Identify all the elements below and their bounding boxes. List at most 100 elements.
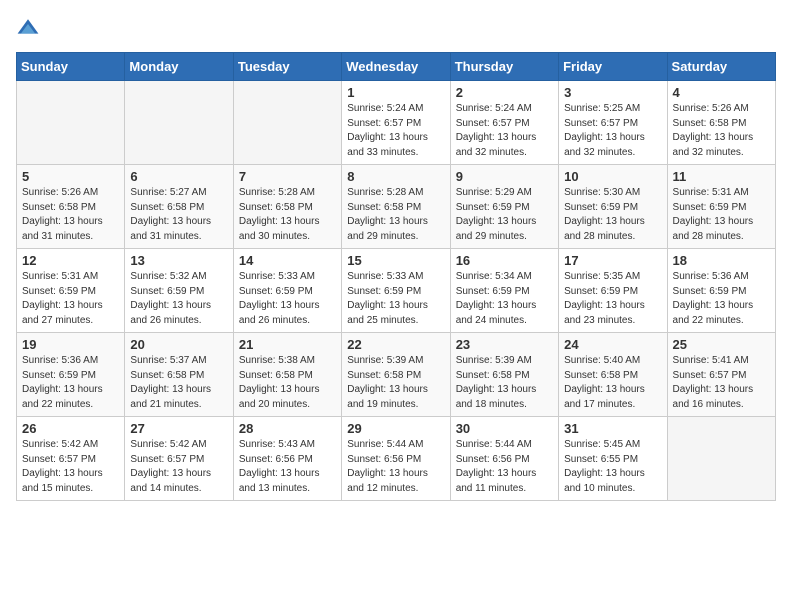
weekday-header: Friday bbox=[559, 53, 667, 81]
day-info: Sunrise: 5:39 AM Sunset: 6:58 PM Dayligh… bbox=[456, 354, 553, 412]
calendar-day-cell: 12Sunrise: 5:31 AM Sunset: 6:59 PM Dayli… bbox=[17, 249, 125, 333]
day-info: Sunrise: 5:36 AM Sunset: 6:59 PM Dayligh… bbox=[22, 354, 119, 412]
day-number: 15 bbox=[347, 253, 444, 268]
calendar-day-cell: 3Sunrise: 5:25 AM Sunset: 6:57 PM Daylig… bbox=[559, 81, 667, 165]
day-number: 4 bbox=[673, 85, 770, 100]
calendar-day-cell: 19 Sunrise: 5:36 AM Sunset: 6:59 PM Dayli… bbox=[17, 333, 125, 417]
day-info: Sunrise: 5:35 AM Sunset: 6:59 PM Dayligh… bbox=[564, 270, 661, 328]
day-number: 18 bbox=[673, 253, 770, 268]
calendar-day-cell: 7 Sunrise: 5:28 AM Sunset: 6:58 PM Daylig… bbox=[233, 165, 341, 249]
day-info: Sunrise: 5:27 AM Sunset: 6:58 PM Dayligh… bbox=[130, 186, 227, 244]
calendar-day-cell: 26 Sunrise: 5:42 AM Sunset: 6:57 PM Dayli… bbox=[17, 417, 125, 501]
calendar-day-cell: 8 Sunrise: 5:28 AM Sunset: 6:58 PM Daylig… bbox=[342, 165, 450, 249]
calendar-day-cell: 13 Sunrise: 5:32 AM Sunset: 6:59 PM Dayli… bbox=[125, 249, 233, 333]
day-number: 23 bbox=[456, 337, 553, 352]
day-number: 11 bbox=[673, 169, 770, 184]
calendar-day-cell: 29 Sunrise: 5:44 AM Sunset: 6:56 PM Dayli… bbox=[342, 417, 450, 501]
calendar-day-cell: 15 Sunrise: 5:33 AM Sunset: 6:59 PM Dayli… bbox=[342, 249, 450, 333]
page-header bbox=[16, 16, 776, 40]
day-info: Sunrise: 5:29 AM Sunset: 6:59 PM Dayligh… bbox=[456, 186, 553, 244]
day-info: Sunrise: 5:44 AM Sunset: 6:56 PM Dayligh… bbox=[456, 438, 553, 496]
weekday-header: Saturday bbox=[667, 53, 775, 81]
day-number: 9 bbox=[456, 169, 553, 184]
day-number: 10 bbox=[564, 169, 661, 184]
day-info: Sunrise: 5:34 AM Sunset: 6:59 PM Dayligh… bbox=[456, 270, 553, 328]
day-info: Sunrise: 5:32 AM Sunset: 6:59 PM Dayligh… bbox=[130, 270, 227, 328]
day-info: Sunrise: 5:42 AM Sunset: 6:57 PM Dayligh… bbox=[22, 438, 119, 496]
calendar-week-row: 5 Sunrise: 5:26 AM Sunset: 6:58 PM Daylig… bbox=[17, 165, 776, 249]
day-info: Sunrise: 5:38 AM Sunset: 6:58 PM Dayligh… bbox=[239, 354, 336, 412]
day-number: 5 bbox=[22, 169, 119, 184]
calendar-day-cell: 27 Sunrise: 5:42 AM Sunset: 6:57 PM Dayli… bbox=[125, 417, 233, 501]
day-info: Sunrise: 5:30 AM Sunset: 6:59 PM Dayligh… bbox=[564, 186, 661, 244]
day-number: 26 bbox=[22, 421, 119, 436]
day-info: Sunrise: 5:25 AM Sunset: 6:57 PM Dayligh… bbox=[564, 102, 661, 160]
calendar-day-cell: 5 Sunrise: 5:26 AM Sunset: 6:58 PM Daylig… bbox=[17, 165, 125, 249]
day-info: Sunrise: 5:31 AM Sunset: 6:59 PM Dayligh… bbox=[22, 270, 119, 328]
day-info: Sunrise: 5:41 AM Sunset: 6:57 PM Dayligh… bbox=[673, 354, 770, 412]
calendar-day-cell: 20 Sunrise: 5:37 AM Sunset: 6:58 PM Dayli… bbox=[125, 333, 233, 417]
day-number: 1 bbox=[347, 85, 444, 100]
day-number: 16 bbox=[456, 253, 553, 268]
day-number: 7 bbox=[239, 169, 336, 184]
day-number: 29 bbox=[347, 421, 444, 436]
calendar-table: SundayMondayTuesdayWednesdayThursdayFrid… bbox=[16, 52, 776, 501]
calendar-day-cell: 23 Sunrise: 5:39 AM Sunset: 6:58 PM Dayli… bbox=[450, 333, 558, 417]
weekday-header: Sunday bbox=[17, 53, 125, 81]
calendar-day-cell: 24Sunrise: 5:40 AM Sunset: 6:58 PM Dayli… bbox=[559, 333, 667, 417]
day-number: 2 bbox=[456, 85, 553, 100]
day-number: 31 bbox=[564, 421, 661, 436]
day-info: Sunrise: 5:26 AM Sunset: 6:58 PM Dayligh… bbox=[673, 102, 770, 160]
weekday-header: Thursday bbox=[450, 53, 558, 81]
day-info: Sunrise: 5:33 AM Sunset: 6:59 PM Dayligh… bbox=[239, 270, 336, 328]
calendar-day-cell: 11 Sunrise: 5:31 AM Sunset: 6:59 PM Dayli… bbox=[667, 165, 775, 249]
calendar-day-cell: 10 Sunrise: 5:30 AM Sunset: 6:59 PM Dayli… bbox=[559, 165, 667, 249]
day-number: 17 bbox=[564, 253, 661, 268]
calendar-day-cell bbox=[17, 81, 125, 165]
day-number: 27 bbox=[130, 421, 227, 436]
day-info: Sunrise: 5:33 AM Sunset: 6:59 PM Dayligh… bbox=[347, 270, 444, 328]
calendar-day-cell: 4 Sunrise: 5:26 AM Sunset: 6:58 PM Daylig… bbox=[667, 81, 775, 165]
calendar-week-row: 26 Sunrise: 5:42 AM Sunset: 6:57 PM Dayli… bbox=[17, 417, 776, 501]
day-number: 25 bbox=[673, 337, 770, 352]
calendar-day-cell: 30 Sunrise: 5:44 AM Sunset: 6:56 PM Dayli… bbox=[450, 417, 558, 501]
day-info: Sunrise: 5:31 AM Sunset: 6:59 PM Dayligh… bbox=[673, 186, 770, 244]
day-info: Sunrise: 5:36 AM Sunset: 6:59 PM Dayligh… bbox=[673, 270, 770, 328]
weekday-header: Monday bbox=[125, 53, 233, 81]
calendar-day-cell: 21 Sunrise: 5:38 AM Sunset: 6:58 PM Dayli… bbox=[233, 333, 341, 417]
calendar-week-row: 19 Sunrise: 5:36 AM Sunset: 6:59 PM Dayli… bbox=[17, 333, 776, 417]
day-info: Sunrise: 5:26 AM Sunset: 6:58 PM Dayligh… bbox=[22, 186, 119, 244]
day-number: 8 bbox=[347, 169, 444, 184]
day-number: 28 bbox=[239, 421, 336, 436]
day-number: 20 bbox=[130, 337, 227, 352]
calendar-day-cell: 28 Sunrise: 5:43 AM Sunset: 6:56 PM Dayli… bbox=[233, 417, 341, 501]
day-info: Sunrise: 5:42 AM Sunset: 6:57 PM Dayligh… bbox=[130, 438, 227, 496]
calendar-day-cell: 6Sunrise: 5:27 AM Sunset: 6:58 PM Daylig… bbox=[125, 165, 233, 249]
logo bbox=[16, 16, 44, 40]
day-number: 30 bbox=[456, 421, 553, 436]
day-info: Sunrise: 5:39 AM Sunset: 6:58 PM Dayligh… bbox=[347, 354, 444, 412]
calendar-header-row: SundayMondayTuesdayWednesdayThursdayFrid… bbox=[17, 53, 776, 81]
day-info: Sunrise: 5:44 AM Sunset: 6:56 PM Dayligh… bbox=[347, 438, 444, 496]
day-number: 14 bbox=[239, 253, 336, 268]
day-number: 19 bbox=[22, 337, 119, 352]
day-info: Sunrise: 5:43 AM Sunset: 6:56 PM Dayligh… bbox=[239, 438, 336, 496]
calendar-day-cell: 18 Sunrise: 5:36 AM Sunset: 6:59 PM Dayli… bbox=[667, 249, 775, 333]
day-number: 13 bbox=[130, 253, 227, 268]
calendar-day-cell: 31Sunrise: 5:45 AM Sunset: 6:55 PM Dayli… bbox=[559, 417, 667, 501]
calendar-day-cell: 22 Sunrise: 5:39 AM Sunset: 6:58 PM Dayli… bbox=[342, 333, 450, 417]
calendar-day-cell: 14 Sunrise: 5:33 AM Sunset: 6:59 PM Dayli… bbox=[233, 249, 341, 333]
calendar-week-row: 12Sunrise: 5:31 AM Sunset: 6:59 PM Dayli… bbox=[17, 249, 776, 333]
day-number: 22 bbox=[347, 337, 444, 352]
logo-icon bbox=[16, 16, 40, 40]
day-number: 24 bbox=[564, 337, 661, 352]
calendar-day-cell: 9 Sunrise: 5:29 AM Sunset: 6:59 PM Daylig… bbox=[450, 165, 558, 249]
day-info: Sunrise: 5:24 AM Sunset: 6:57 PM Dayligh… bbox=[347, 102, 444, 160]
day-info: Sunrise: 5:28 AM Sunset: 6:58 PM Dayligh… bbox=[239, 186, 336, 244]
day-info: Sunrise: 5:28 AM Sunset: 6:58 PM Dayligh… bbox=[347, 186, 444, 244]
calendar-day-cell: 2Sunrise: 5:24 AM Sunset: 6:57 PM Daylig… bbox=[450, 81, 558, 165]
calendar-day-cell: 25 Sunrise: 5:41 AM Sunset: 6:57 PM Dayli… bbox=[667, 333, 775, 417]
calendar-day-cell bbox=[233, 81, 341, 165]
day-info: Sunrise: 5:37 AM Sunset: 6:58 PM Dayligh… bbox=[130, 354, 227, 412]
day-number: 21 bbox=[239, 337, 336, 352]
